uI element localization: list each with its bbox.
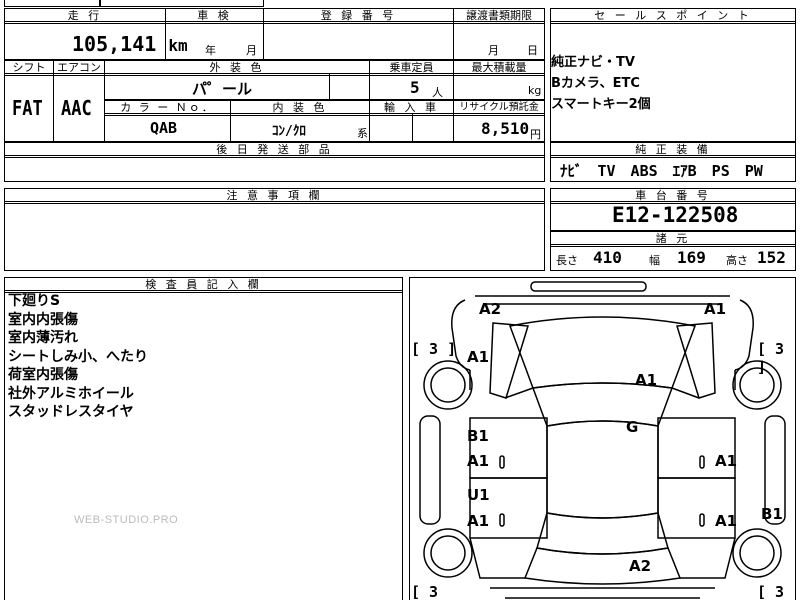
inspector-notes: 下廻りS 室内内張傷 室内薄汚れ シートしみ小、へたり 荷室内張傷 社外アルミホ… bbox=[8, 292, 148, 422]
damage-mark: A1 bbox=[704, 300, 727, 318]
damage-mark: A2 bbox=[479, 300, 502, 318]
watermark: WEB-STUDIO.PRO bbox=[74, 514, 179, 526]
shift-value: FAT bbox=[12, 96, 43, 120]
inspector-note: 荷室内張傷 bbox=[8, 367, 78, 383]
inspection-year: 年 bbox=[205, 44, 216, 57]
damage-mark: A1 bbox=[467, 512, 490, 530]
chassis-value: E12-122508 bbox=[612, 203, 739, 227]
inspector-note: シートしみ小、へたり bbox=[8, 348, 148, 365]
sales-points-list: 純正ナビ・TV Bカメラ、ETC スマートキー2個 bbox=[551, 52, 651, 115]
inspector-note: 室内薄汚れ bbox=[8, 330, 78, 346]
height-value: 152 bbox=[757, 248, 786, 267]
exterior-extra-cell bbox=[329, 73, 370, 100]
genuine-equipment-value: ﾅﾋﾞ TV ABS ｴｱB PS PW bbox=[560, 162, 763, 180]
inspector-note: 社外アルミホイール bbox=[8, 385, 134, 402]
damage-mark: A1 bbox=[715, 452, 738, 470]
transfer-day: 日 bbox=[527, 44, 538, 57]
inspector-note: スタッドレスタイヤ bbox=[8, 404, 134, 420]
registration-cell bbox=[263, 21, 454, 60]
import-cell-b bbox=[412, 113, 454, 142]
inspector-note: 室内内張傷 bbox=[8, 311, 78, 328]
damage-mark: A1 bbox=[467, 348, 490, 366]
later-parts-cell bbox=[4, 155, 545, 182]
sales-point: Bカメラ、ETC bbox=[551, 76, 640, 91]
transfer-month: 月 bbox=[488, 44, 499, 57]
capacity-value: 5 bbox=[410, 78, 420, 97]
max-load-unit: kg bbox=[528, 84, 542, 97]
top-partial-cell bbox=[100, 0, 264, 7]
interior-color-value: ｺﾝ/ｸﾛ bbox=[272, 124, 306, 139]
damage-mark: A2 bbox=[629, 557, 652, 575]
width-value: 169 bbox=[677, 248, 706, 267]
damage-mark: A1 bbox=[467, 452, 490, 470]
tire-tread-mark: [ 3 ] bbox=[757, 583, 785, 600]
width-label: 幅 bbox=[649, 254, 660, 267]
sales-point: 純正ナビ・TV bbox=[551, 55, 635, 70]
notes-box bbox=[4, 201, 545, 271]
sales-point: スマートキー2個 bbox=[551, 97, 651, 112]
import-cell-a bbox=[369, 113, 413, 142]
recycle-unit: 円 bbox=[530, 128, 541, 141]
top-partial-cell bbox=[4, 0, 100, 7]
recycle-value: 8,510 bbox=[481, 119, 530, 138]
height-label: 高さ bbox=[726, 254, 748, 267]
damage-mark: A1 bbox=[715, 512, 738, 530]
damage-mark: U1 bbox=[467, 486, 490, 504]
tire-tread-mark: [ 3 ] bbox=[757, 340, 785, 376]
tire-tread-mark: [ 3 bbox=[411, 583, 439, 600]
inspection-month: 月 bbox=[246, 44, 257, 57]
color-no-value: QAB bbox=[150, 119, 178, 137]
damage-mark: B1 bbox=[761, 505, 783, 523]
capacity-unit: 人 bbox=[432, 86, 443, 99]
inspector-note: 下廻りS bbox=[8, 293, 61, 309]
damage-mark: B1 bbox=[467, 427, 489, 445]
interior-suffix: 系 bbox=[357, 127, 368, 140]
damage-mark: A1 bbox=[635, 371, 658, 389]
length-value: 410 bbox=[593, 248, 622, 267]
tire-tread-mark: [ 3 ] bbox=[411, 340, 457, 358]
length-label: 長さ bbox=[556, 254, 578, 267]
aircon-value: AAC bbox=[61, 96, 92, 120]
damage-mark: G bbox=[626, 418, 639, 436]
exterior-color-value: パ゜ール bbox=[192, 80, 253, 98]
